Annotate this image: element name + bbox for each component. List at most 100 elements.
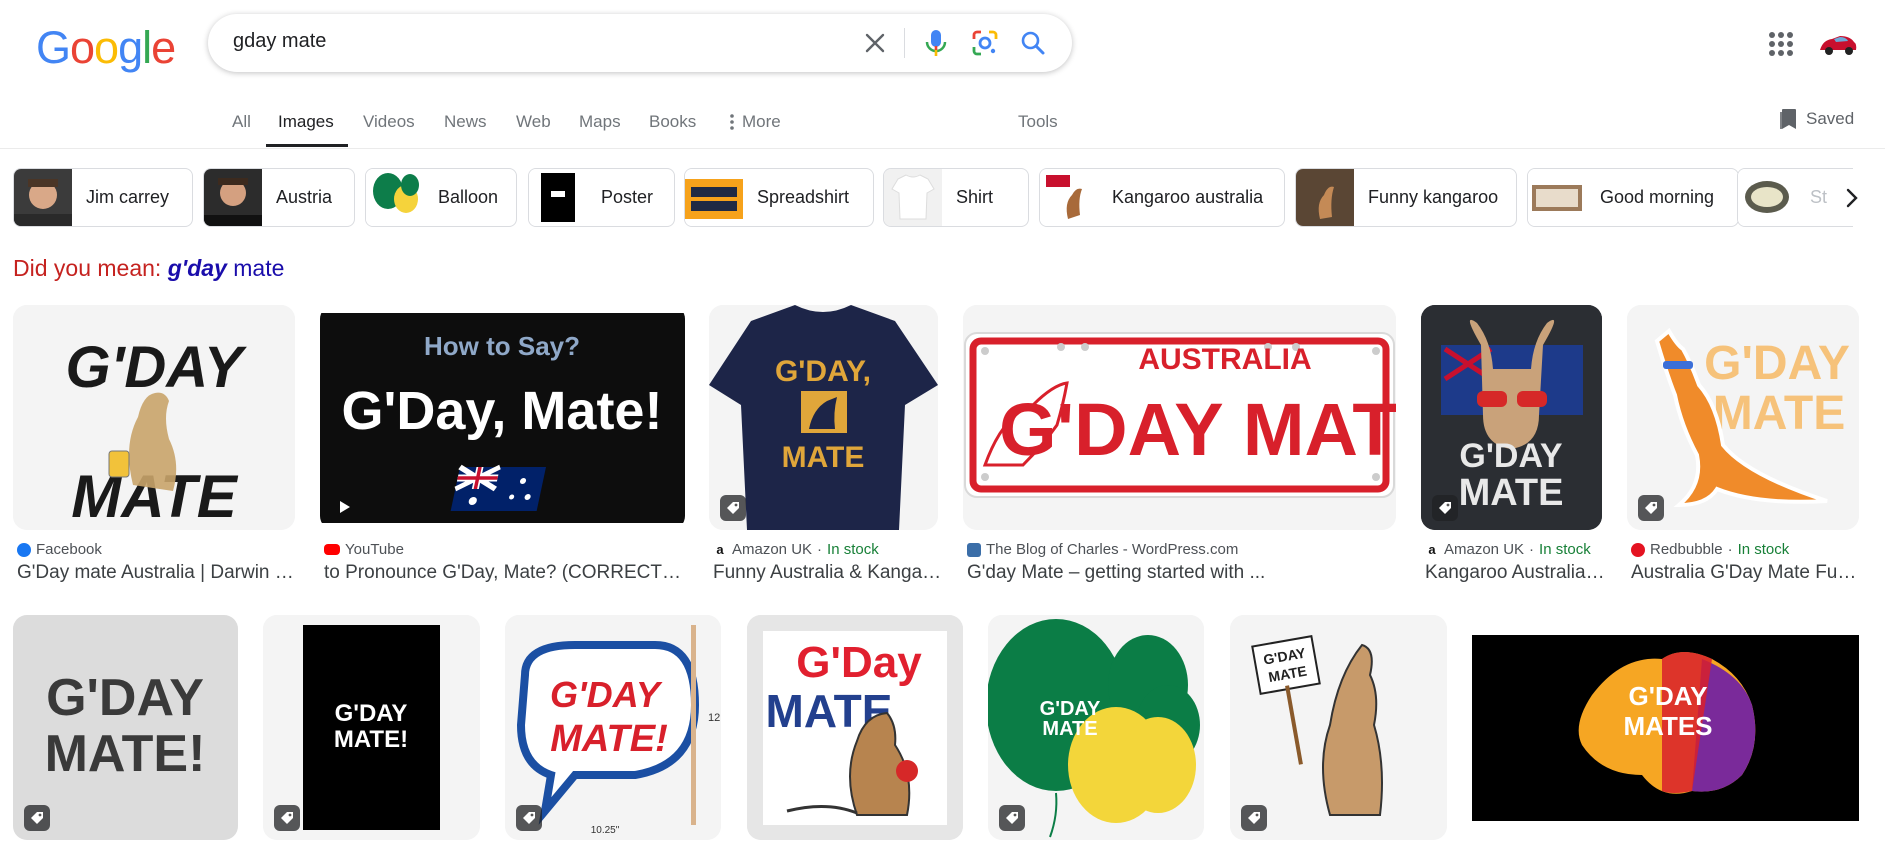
result-source: a Amazon UK · In stock bbox=[713, 541, 879, 558]
tab-books[interactable]: Books bbox=[649, 112, 696, 132]
image-result[interactable]: G'Day MATE bbox=[747, 615, 963, 840]
product-tag-icon bbox=[1432, 495, 1458, 521]
result-source: a Amazon UK · In stock bbox=[1425, 541, 1591, 558]
chip-label: Balloon bbox=[438, 187, 499, 207]
avatar[interactable] bbox=[1818, 24, 1858, 64]
image-result[interactable]: G'DAY MATES bbox=[1472, 615, 1859, 840]
close-icon[interactable] bbox=[858, 26, 892, 60]
saved-button[interactable]: Saved bbox=[1780, 108, 1854, 130]
image-text: G'Day, Mate! bbox=[342, 381, 663, 441]
image-text: G'DAY bbox=[1629, 681, 1708, 711]
result-title[interactable]: to Pronounce G'Day, Mate? (CORRECTLY ... bbox=[324, 562, 684, 584]
logo-letter: o bbox=[94, 22, 119, 73]
image-result[interactable]: G'DAY MATE Facebook G'Day mate Australia… bbox=[13, 305, 299, 585]
search-tabs: All Images Videos News Web Maps Books Mo… bbox=[0, 100, 1885, 149]
result-image: G'DAY MATE! 12 10.25" bbox=[505, 615, 721, 840]
product-tag-icon bbox=[274, 805, 300, 831]
result-source-name: Amazon UK bbox=[732, 541, 813, 558]
image-result[interactable]: G'DAY MATE! bbox=[263, 615, 480, 840]
image-result[interactable]: G'DAY MATE! bbox=[13, 615, 238, 840]
chip-shirt[interactable]: Shirt bbox=[883, 168, 1029, 227]
chevron-right-icon[interactable] bbox=[1838, 184, 1866, 212]
chip-thumbnail bbox=[204, 169, 262, 226]
chip-spreadshirt[interactable]: Spreadshirt bbox=[684, 168, 874, 227]
image-result[interactable]: AUSTRALIA G'DAY MATE The Blog of Charles… bbox=[963, 305, 1396, 585]
result-source-name: Amazon UK bbox=[1444, 541, 1525, 558]
blog-icon bbox=[967, 542, 981, 557]
did-you-mean: Did you mean: g'day mate bbox=[13, 255, 284, 282]
chip-good-morning[interactable]: Good morning bbox=[1527, 168, 1739, 227]
apps-grid-icon[interactable] bbox=[1769, 32, 1793, 56]
result-image: G'Day MATE bbox=[747, 615, 963, 840]
related-chips: Jim carrey Austria Balloon Poster Spread… bbox=[13, 168, 1853, 228]
chip-austria[interactable]: Austria bbox=[203, 168, 355, 227]
result-image: How to Say? G'Day, Mate! bbox=[320, 305, 685, 530]
image-result[interactable]: G'DAY MATE bbox=[1230, 615, 1447, 840]
image-result[interactable]: G'DAY MATE! 12 10.25" bbox=[505, 615, 721, 840]
google-logo[interactable]: Google bbox=[36, 22, 176, 74]
search-divider bbox=[904, 28, 905, 58]
chip-thumbnail bbox=[884, 169, 942, 226]
image-text: MATE bbox=[1042, 718, 1097, 740]
result-image: G'DAY MATE bbox=[988, 615, 1204, 840]
chip-balloon[interactable]: Balloon bbox=[365, 168, 517, 227]
image-result[interactable]: G'DAY, MATE a Amazon UK · In stock Funny… bbox=[709, 305, 942, 585]
stock-status: In stock bbox=[1737, 541, 1790, 558]
tab-all[interactable]: All bbox=[232, 112, 251, 132]
chip-partial[interactable]: St bbox=[1737, 168, 1853, 227]
result-image: AUSTRALIA G'DAY MATE bbox=[963, 305, 1396, 530]
saved-label: Saved bbox=[1806, 109, 1855, 128]
chip-label: Shirt bbox=[956, 187, 994, 207]
tab-news[interactable]: News bbox=[444, 112, 487, 132]
product-tag-icon bbox=[1638, 495, 1664, 521]
tools-button[interactable]: Tools bbox=[1018, 112, 1058, 132]
search-input[interactable] bbox=[233, 30, 793, 53]
image-result[interactable]: How to Say? G'Day, Mate! YouTube to Pron… bbox=[320, 305, 685, 585]
image-text: How to Say? bbox=[424, 331, 580, 361]
result-title[interactable]: Kangaroo Australia ... bbox=[1425, 562, 1606, 584]
microphone-icon[interactable] bbox=[919, 26, 953, 60]
logo-letter: g bbox=[118, 22, 143, 73]
image-result[interactable]: G'DAY MATE bbox=[988, 615, 1204, 840]
product-tag-icon bbox=[24, 805, 50, 831]
product-tag-icon bbox=[999, 805, 1025, 831]
search-icon[interactable] bbox=[1016, 26, 1050, 60]
result-image: G'DAY, MATE bbox=[709, 305, 938, 530]
amazon-icon: a bbox=[713, 542, 727, 557]
did-you-mean-link[interactable]: g'day mate bbox=[168, 255, 285, 281]
image-text: G'DAY bbox=[1040, 698, 1101, 720]
image-result[interactable]: G'DAY MATE a Amazon UK · In stock Kangar… bbox=[1421, 305, 1606, 585]
image-text: MATE! bbox=[45, 725, 206, 783]
source-separator: · bbox=[1727, 541, 1733, 558]
tab-more[interactable]: More bbox=[730, 112, 781, 132]
result-source: The Blog of Charles - WordPress.com bbox=[967, 541, 1238, 558]
tab-web[interactable]: Web bbox=[516, 112, 551, 132]
image-text: G'DAY bbox=[1704, 337, 1850, 390]
result-title[interactable]: Australia G'Day Mate Funny ... bbox=[1631, 562, 1863, 584]
result-source-name: The Blog of Charles - WordPress.com bbox=[986, 541, 1239, 558]
result-title[interactable]: G'Day mate Australia | Darwin NT bbox=[17, 562, 299, 584]
image-result[interactable]: G'DAY MATE Redbubble · In stock Australi… bbox=[1627, 305, 1863, 585]
did-you-mean-prefix: Did you mean: bbox=[13, 255, 162, 281]
tab-videos[interactable]: Videos bbox=[363, 112, 415, 132]
camera-lens-icon[interactable] bbox=[968, 26, 1002, 60]
result-image: G'DAY MATE bbox=[1627, 305, 1859, 530]
chip-poster[interactable]: Poster bbox=[528, 168, 675, 227]
tab-maps[interactable]: Maps bbox=[579, 112, 621, 132]
chip-funny-kangaroo[interactable]: Funny kangaroo bbox=[1295, 168, 1517, 227]
tab-images[interactable]: Images bbox=[278, 112, 334, 132]
stock-status: In stock bbox=[827, 541, 879, 558]
image-text: G'DAY, bbox=[775, 355, 871, 388]
tab-more-label: More bbox=[742, 112, 781, 131]
chip-jim-carrey[interactable]: Jim carrey bbox=[13, 168, 193, 227]
result-source: Redbubble · In stock bbox=[1631, 541, 1789, 558]
source-separator: · bbox=[1529, 541, 1535, 558]
result-title[interactable]: G'day Mate – getting started with ... bbox=[967, 562, 1400, 584]
result-image: G'DAY MATE! bbox=[13, 615, 238, 840]
active-tab-indicator bbox=[266, 144, 348, 147]
chip-kangaroo-australia[interactable]: Kangaroo australia bbox=[1039, 168, 1285, 227]
redbubble-icon bbox=[1631, 542, 1645, 557]
result-title[interactable]: Funny Australia & Kangaroo ... bbox=[713, 562, 942, 584]
image-text: MATE! bbox=[334, 726, 408, 753]
chip-label: Poster bbox=[601, 187, 654, 207]
